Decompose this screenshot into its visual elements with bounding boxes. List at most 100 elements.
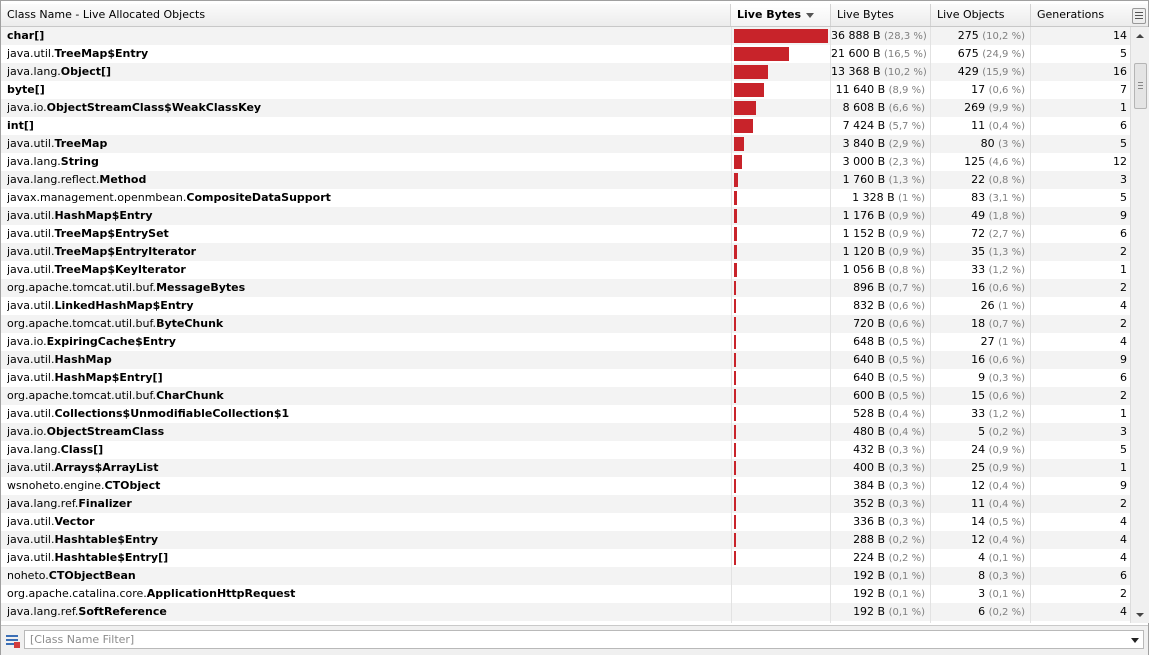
live-objects-percent: (24,9 %)	[982, 49, 1025, 60]
table-row[interactable]	[1, 621, 1130, 623]
scrollbar-thumb[interactable]	[1134, 63, 1147, 109]
table-row[interactable]: javax.management.openmbean.CompositeData…	[1, 189, 1130, 207]
live-objects-panel: Class Name - Live Allocated Objects Live…	[0, 0, 1149, 655]
column-header-generations[interactable]: Generations	[1031, 4, 1130, 26]
table-row[interactable]: java.util.TreeMap$Entry 21 600 B (16,5 %)…	[1, 45, 1130, 63]
live-bytes-percent: (1,3 %)	[888, 175, 925, 186]
live-bytes-value: 1 760 B	[842, 173, 889, 186]
class-name: HashMap	[54, 353, 112, 366]
generations-cell: 3	[1120, 425, 1127, 438]
live-bytes-value: 1 152 B	[842, 227, 889, 240]
live-bytes-cell: 600 B (0,5 %)	[831, 387, 931, 405]
table-row[interactable]: byte[] 11 640 B (8,9 %) 17 (0,6 %) 7	[1, 81, 1130, 99]
table-row[interactable]: java.lang.ref.Finalizer 352 B (0,3 %) 11 (…	[1, 495, 1130, 513]
table-row[interactable]: java.io.ObjectStreamClass 480 B (0,4 %) 5 …	[1, 423, 1130, 441]
table-row[interactable]: java.util.TreeMap$EntrySet 1 152 B (0,9 %…	[1, 225, 1130, 243]
table-row[interactable]: org.apache.tomcat.util.buf.ByteChunk 720 …	[1, 315, 1130, 333]
table-row[interactable]: java.util.HashMap 640 B (0,5 %) 16 (0,6 %)…	[1, 351, 1130, 369]
vertical-scrollbar[interactable]	[1130, 27, 1149, 623]
generations-cell: 4	[1120, 299, 1127, 312]
table-row[interactable]: java.util.Arrays$ArrayList 400 B (0,3 %) 2…	[1, 459, 1130, 477]
generations-cell: 4	[1120, 551, 1127, 564]
table-row[interactable]: java.util.Hashtable$Entry[] 224 B (0,2 %)…	[1, 549, 1130, 567]
live-objects-value: 33	[971, 263, 989, 276]
generations-cell: 9	[1120, 353, 1127, 366]
live-bytes-bar	[734, 425, 736, 439]
table-row[interactable]: java.util.TreeMap 3 840 B (2,9 %) 80 (3 %)…	[1, 135, 1130, 153]
class-name-cell: java.util.TreeMap$KeyIterator	[7, 261, 727, 279]
table-row[interactable]: java.io.ObjectStreamClass$WeakClassKey 8 …	[1, 99, 1130, 117]
table-row[interactable]: wsnoheto.engine.CTObject 384 B (0,3 %) 12 …	[1, 477, 1130, 495]
table-row[interactable]: java.lang.ref.SoftReference 192 B (0,1 %)…	[1, 603, 1130, 621]
live-bytes-value: 1 056 B	[842, 263, 889, 276]
live-bytes-bar-cell	[731, 351, 831, 369]
class-name-filter-input[interactable]: [Class Name Filter]	[24, 630, 1144, 649]
filter-options-icon[interactable]	[5, 633, 21, 649]
scroll-up-icon[interactable]	[1136, 34, 1144, 38]
column-header-live-bytes-bar[interactable]: Live Bytes	[731, 4, 831, 26]
live-objects-cell: 3 (0,1 %)	[931, 585, 1031, 603]
live-bytes-value: 7 424 B	[842, 119, 889, 132]
generations-cell: 2	[1120, 245, 1127, 258]
live-bytes-bar-cell	[731, 297, 831, 315]
table-row[interactable]: org.apache.catalina.core.ApplicationHttp…	[1, 585, 1130, 603]
table-row[interactable]: char[] 36 888 B (28,3 %) 275 (10,2 %) 14	[1, 27, 1130, 45]
column-header-live-objects[interactable]: Live Objects	[931, 4, 1031, 26]
class-name-cell: java.io.ObjectStreamClass$WeakClassKey	[7, 99, 727, 117]
live-bytes-cell: 1 056 B (0,8 %)	[831, 261, 931, 279]
live-objects-cell: 26 (1 %)	[931, 297, 1031, 315]
generations-cell: 7	[1120, 83, 1127, 96]
live-bytes-bar	[734, 119, 753, 133]
table-row[interactable]: java.io.ExpiringCache$Entry 648 B (0,5 %)…	[1, 333, 1130, 351]
live-objects-percent: (1 %)	[998, 337, 1025, 348]
live-bytes-bar	[734, 551, 736, 565]
live-objects-percent: (0,4 %)	[988, 121, 1025, 132]
class-name: ObjectStreamClass	[46, 425, 165, 438]
live-objects-percent: (0,2 %)	[988, 427, 1025, 438]
live-bytes-bar-cell	[731, 333, 831, 351]
live-bytes-bar	[734, 245, 737, 259]
live-bytes-bar	[734, 299, 736, 313]
table-row[interactable]: org.apache.tomcat.util.buf.CharChunk 600 …	[1, 387, 1130, 405]
table-row[interactable]: noheto.CTObjectBean 192 B (0,1 %) 8 (0,3 %…	[1, 567, 1130, 585]
column-header-class-name[interactable]: Class Name - Live Allocated Objects	[1, 4, 731, 26]
class-name: TreeMap$EntrySet	[54, 227, 169, 240]
class-name-cell: org.apache.tomcat.util.buf.CharChunk	[7, 387, 727, 405]
column-header-live-bytes[interactable]: Live Bytes	[831, 4, 931, 26]
live-bytes-cell: 432 B (0,3 %)	[831, 441, 931, 459]
package-name: noheto.	[7, 569, 49, 582]
live-objects-percent: (3 %)	[998, 139, 1025, 150]
live-bytes-bar-cell	[731, 549, 831, 567]
table-row[interactable]: java.util.Collections$UnmodifiableCollec…	[1, 405, 1130, 423]
scroll-down-icon[interactable]	[1136, 613, 1144, 617]
live-objects-cell: 27 (1 %)	[931, 333, 1031, 351]
table-row[interactable]: java.lang.Object[] 13 368 B (10,2 %) 429 (…	[1, 63, 1130, 81]
live-objects-value: 8	[978, 569, 989, 582]
live-bytes-percent: (2,9 %)	[888, 139, 925, 150]
table-row[interactable]: org.apache.tomcat.util.buf.MessageBytes 8…	[1, 279, 1130, 297]
table-row[interactable]: java.util.Hashtable$Entry 288 B (0,2 %) 12…	[1, 531, 1130, 549]
table-row[interactable]: java.util.HashMap$Entry[] 640 B (0,5 %) 9 …	[1, 369, 1130, 387]
filter-history-dropdown-icon[interactable]	[1131, 638, 1139, 643]
live-objects-value: 11	[971, 119, 989, 132]
table-row[interactable]: java.util.LinkedHashMap$Entry 832 B (0,6 …	[1, 297, 1130, 315]
table-row[interactable]: java.util.Vector 336 B (0,3 %) 14 (0,5 %) 4	[1, 513, 1130, 531]
live-bytes-cell: 640 B (0,5 %)	[831, 369, 931, 387]
class-name: TreeMap$KeyIterator	[54, 263, 186, 276]
class-name-cell: java.util.HashMap$Entry	[7, 207, 727, 225]
table-header: Class Name - Live Allocated Objects Live…	[1, 4, 1148, 27]
table-row[interactable]: java.util.TreeMap$KeyIterator 1 056 B (0,…	[1, 261, 1130, 279]
table-row[interactable]: java.util.TreeMap$EntryIterator 1 120 B (…	[1, 243, 1130, 261]
table-row[interactable]: java.lang.String 3 000 B (2,3 %) 125 (4,6 …	[1, 153, 1130, 171]
live-bytes-bar	[734, 83, 764, 97]
live-objects-value: 3	[978, 587, 989, 600]
generations-cell: 2	[1120, 317, 1127, 330]
table-row[interactable]: int[] 7 424 B (5,7 %) 11 (0,4 %) 6	[1, 117, 1130, 135]
table-row[interactable]: java.lang.reflect.Method 1 760 B (1,3 %) 2…	[1, 171, 1130, 189]
live-objects-value: 4	[978, 551, 989, 564]
table-row[interactable]: java.lang.Class[] 432 B (0,3 %) 24 (0,9 %)…	[1, 441, 1130, 459]
live-bytes-cell: 336 B (0,3 %)	[831, 513, 931, 531]
live-bytes-percent: (0,3 %)	[888, 481, 925, 492]
table-row[interactable]: java.util.HashMap$Entry 1 176 B (0,9 %) 49…	[1, 207, 1130, 225]
column-chooser-icon[interactable]	[1132, 8, 1146, 24]
